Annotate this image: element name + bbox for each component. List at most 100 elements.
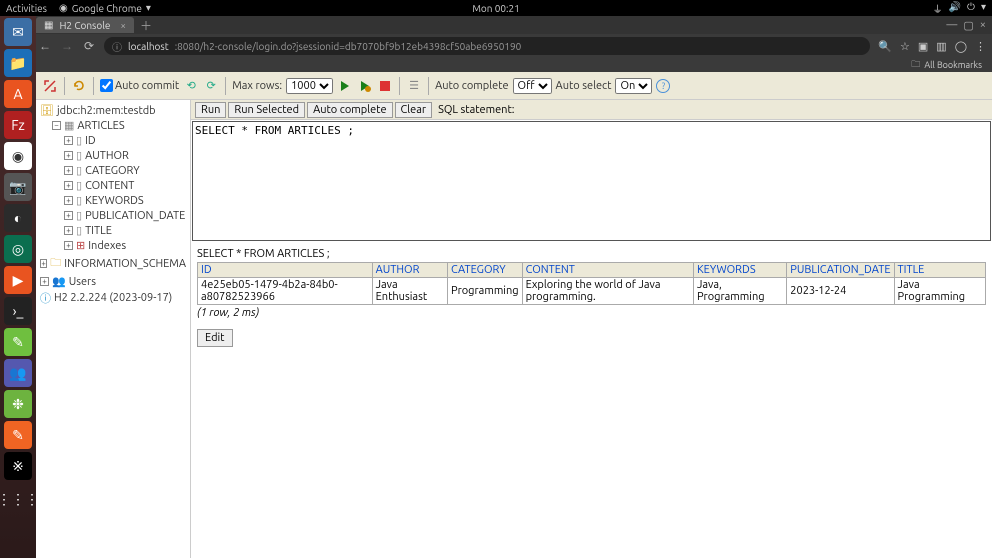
minimize-icon[interactable]: — [946,19,957,32]
clock[interactable]: Mon 00:21 [472,3,520,14]
reading-icon[interactable]: ▥ [936,40,946,53]
activities[interactable]: Activities [6,3,47,14]
power-icon[interactable]: ⏻ [967,1,975,16]
version-node: ⓘH2 2.2.224 (2023-09-17) [40,289,186,307]
expand-icon[interactable]: + [40,259,47,268]
sql-input[interactable] [192,121,991,241]
spring-icon[interactable]: ❉ [4,390,32,418]
thunderbird-icon[interactable]: ✉ [4,18,32,46]
files-icon[interactable]: 📁 [4,49,32,77]
maximize-icon[interactable]: ▢ [963,19,973,32]
camera-icon[interactable]: 📷 [4,173,32,201]
reload-icon[interactable]: ⟳ [82,39,96,53]
column-node[interactable]: +▯AUTHOR [40,148,186,163]
menu-icon[interactable]: ⋮ [975,40,986,53]
folder-icon: 🗀 [911,57,920,73]
menu-caret-icon[interactable]: ▾ [981,1,986,16]
expand-icon[interactable]: + [64,226,73,235]
terminal-icon[interactable]: ›_ [4,297,32,325]
zoom-icon[interactable]: 🔍 [878,40,892,53]
network-icon[interactable]: ⏚ [933,1,943,16]
autoselect-select[interactable]: On [615,78,652,94]
stop-icon[interactable] [377,78,393,94]
history-icon[interactable]: ☰ [406,78,422,94]
clear-button[interactable]: Clear [395,102,433,118]
expand-icon[interactable]: + [64,211,73,220]
teams-icon[interactable]: 👥 [4,359,32,387]
indexes-node[interactable]: +⊞Indexes [40,238,186,253]
column-node[interactable]: +▯CATEGORY [40,163,186,178]
info-icon: ⓘ [40,290,51,306]
tab-h2console[interactable]: ▦ H2 Console × [36,17,134,33]
col-header[interactable]: ID [198,263,373,278]
chrome-launcher-icon[interactable]: ◉ [4,142,32,170]
expand-icon[interactable]: + [64,151,73,160]
address-bar[interactable]: ⓘ localhost:8080/h2-console/login.do?jse… [104,37,870,55]
col-header[interactable]: CATEGORY [448,263,523,278]
run-button[interactable]: Run [195,102,226,118]
ubuntu-launcher: ✉ 📁 A Fz ◉ 📷 ◐ ◎ ▶ ›_ ✎ 👥 ❉ ✎ ※ ⋮⋮⋮ [0,16,36,558]
expand-icon[interactable]: + [64,136,73,145]
column-node[interactable]: +▯ID [40,133,186,148]
app-icon-3[interactable]: ▶ [4,266,32,294]
run-selected-icon[interactable] [357,78,373,94]
cell: Java Programming [894,278,985,305]
app-icon-6[interactable]: ※ [4,452,32,480]
back-icon[interactable]: ← [38,39,52,53]
extension-icon[interactable]: ▣ [918,40,928,53]
expand-icon[interactable]: + [64,196,73,205]
edit-button[interactable]: Edit [197,329,233,347]
refresh-icon[interactable] [71,78,87,94]
volume-icon[interactable]: 🔊 [949,1,961,16]
col-header[interactable]: KEYWORDS [693,263,786,278]
run-selected-button[interactable]: Run Selected [228,102,305,118]
cell: Programming [448,278,523,305]
close-tab-icon[interactable]: × [120,20,126,31]
software-icon[interactable]: A [4,80,32,108]
star-icon[interactable]: ☆ [900,40,910,53]
close-window-icon[interactable]: × [980,19,986,32]
profile-icon[interactable]: ◯ [955,40,967,53]
filezilla-icon[interactable]: Fz [4,111,32,139]
rollback-icon[interactable]: ⟳ [203,78,219,94]
disconnect-icon[interactable] [42,78,58,94]
expand-icon[interactable]: + [40,277,49,286]
app-icon-5[interactable]: ✎ [4,421,32,449]
collapse-icon[interactable]: − [52,121,61,130]
show-apps-icon[interactable]: ⋮⋮⋮ [4,485,32,513]
schema-node[interactable]: +🗀INFORMATION_SCHEMA [40,253,186,274]
run-icon[interactable] [337,78,353,94]
app-icon-2[interactable]: ◎ [4,235,32,263]
new-tab-button[interactable]: ＋ [140,17,152,34]
column-node[interactable]: +▯TITLE [40,223,186,238]
autocomplete-button[interactable]: Auto complete [307,102,392,118]
expand-icon[interactable]: + [64,166,73,175]
db-node[interactable]: 🗄jdbc:h2:mem:testdb [40,103,186,118]
all-bookmarks[interactable]: All Bookmarks [924,60,982,70]
cell: 2023-12-24 [787,278,894,305]
app-icon-1[interactable]: ◐ [4,204,32,232]
col-header[interactable]: PUBLICATION_DATE [787,263,894,278]
expand-icon[interactable]: + [64,241,73,250]
commit-icon[interactable]: ⟲ [183,78,199,94]
help-icon[interactable]: ? [656,79,670,93]
col-header[interactable]: CONTENT [522,263,693,278]
info-icon[interactable]: ⓘ [112,39,122,54]
column-node[interactable]: +▯PUBLICATION_DATE [40,208,186,223]
column-node[interactable]: +▯CONTENT [40,178,186,193]
db-tree: 🗄jdbc:h2:mem:testdb −▦ARTICLES +▯ID +▯AU… [36,100,191,558]
col-header[interactable]: AUTHOR [372,263,447,278]
autocomplete-select[interactable]: Off [513,78,552,94]
tab-title: H2 Console [59,20,110,31]
expand-icon[interactable]: + [64,181,73,190]
users-node[interactable]: +👥Users [40,274,186,289]
right-pane: Run Run Selected Auto complete Clear SQL… [191,100,992,558]
column-icon: ▯ [76,179,82,192]
maxrows-select[interactable]: 1000 [286,78,333,94]
current-app[interactable]: ◉Google Chrome ▾ [59,2,151,14]
app-icon-4[interactable]: ✎ [4,328,32,356]
table-node[interactable]: −▦ARTICLES [40,118,186,133]
column-node[interactable]: +▯KEYWORDS [40,193,186,208]
autocommit-checkbox[interactable]: Auto commit [100,79,179,92]
col-header[interactable]: TITLE [894,263,985,278]
